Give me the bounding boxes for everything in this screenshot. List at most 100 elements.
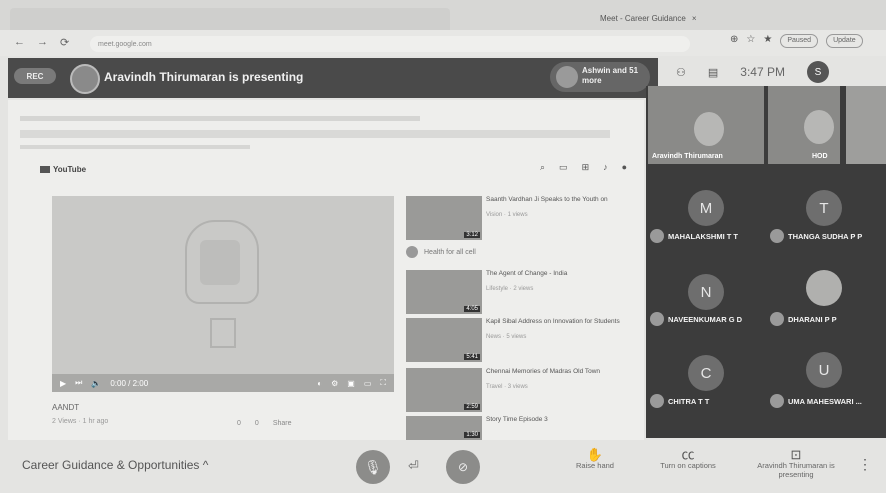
back-icon[interactable]: ← [14,36,25,49]
miniplayer-icon: ▣ [347,378,355,388]
share-label: Share [272,420,292,427]
rec-title: Kapil Sibal Address on Innovation for St… [486,318,620,325]
participant-label: NAVEENKUMAR G D [650,312,742,326]
clock: 3:47 PM [740,65,785,79]
mic-muted-icon [770,312,784,326]
presenting-label: Aravindh Thirumaran is presenting [757,461,835,479]
participant-avatar: U [806,352,842,388]
others-text: Ashwin and 51 more [582,66,639,85]
participant-label: DHARANI P P [770,312,837,326]
rec-title: Story Time Episode 3 [486,416,548,423]
channel-avatar [406,246,418,258]
url-field[interactable]: meet.google.com [90,36,690,52]
video-actions: 0 0 Share [237,420,292,427]
list-item: 2:59 Chennai Memories of Madras Old Town… [406,368,638,413]
duration: 3:12 [464,232,480,238]
participant-name: CHITRA T T [668,396,710,406]
list-item: 4:05 The Agent of Change - India Lifesty… [406,270,638,315]
participant-video-tile[interactable]: HOD [768,86,840,164]
mic-button[interactable]: 🎙 [356,450,390,484]
dislike-count: 0 [254,420,259,427]
emblem-shape [210,318,236,348]
close-icon[interactable]: × [692,14,697,23]
avatar: ● [621,162,628,172]
mic-muted-icon [650,394,664,408]
like-count: 0 [237,420,241,427]
channel-row: Health for all cell [406,246,476,258]
raise-hand-label: Raise hand [576,461,614,470]
play-icon: ▶ [60,378,67,388]
recording-badge: REC [14,68,56,84]
browser-line [20,116,420,121]
youtube-header-icons: ⌕ ▭ ⊞ ♪ ● [540,162,627,173]
autoplay-icon: ◐ [317,378,323,388]
list-item: 1:30 Story Time Episode 3 [406,416,638,442]
theater-icon: ▭ [363,378,372,388]
youtube-label: YouTube [53,165,87,174]
camera-button[interactable]: ⊘ [446,450,480,484]
browser-line [20,145,250,149]
list-item: 5:41 Kapil Sibal Address on Innovation f… [406,318,638,363]
meeting-name[interactable]: Career Guidance & Opportunities ^ [22,458,208,472]
fullscreen-icon: ⛶ [380,378,386,387]
participant-face [694,112,724,146]
volume-icon: 🔈 [91,378,102,388]
browser-tab-blank[interactable] [10,8,450,30]
participant-label: MAHALAKSHMI T T [650,229,738,243]
user-avatar[interactable]: S [806,61,829,83]
raise-hand-button[interactable]: ✋ Raise hand [570,448,620,470]
browser-tab[interactable]: Meet - Career Guidance × [600,8,750,28]
reload-icon[interactable]: ⟳ [60,36,69,49]
participant-video-tile[interactable] [846,86,886,164]
presenting-button[interactable]: ⊡ Aravindh Thirumaran is presenting [752,447,840,479]
chat-icon[interactable]: ▤ [708,66,718,79]
thumbnail: 4:05 [406,270,482,314]
rec-meta: Lifestyle · 2 views [486,286,534,292]
video-controls: ▶ ⏭ 🔈 0:00 / 2:00 ◐ ⚙ ▣ ▭ ⛶ [52,374,394,392]
participant-name: NAVEENKUMAR G D [668,314,743,324]
thumbnail: 1:30 [406,416,482,440]
hangup-icon[interactable]: ⏎ [408,458,419,474]
present-screen-icon: ⊡ [790,447,802,462]
participant-face [804,110,834,144]
extension-icon[interactable]: ★ [763,34,772,48]
presenter-avatar [70,64,100,94]
thumbnail: 2:59 [406,368,482,412]
participant-label: CHITRA T T [650,394,709,408]
browser-line [20,130,610,138]
participant-name: THANGA SUDHA P P [788,231,863,241]
others-avatar [556,66,578,88]
more-options-icon[interactable]: ⋮ [858,456,872,473]
channel-text: Health for all cell [424,248,476,256]
rec-meta: News · 5 views [486,334,527,340]
participant-name: DHARANI P P [788,314,837,324]
next-icon: ⏭ [75,378,83,387]
rec-title: Chennai Memories of Madras Old Town [486,368,601,375]
rec-meta: Vision · 1 views [486,212,528,218]
play-logo-icon [40,166,50,173]
people-icon[interactable]: ⚇ [676,66,686,79]
captions-button[interactable]: ㏄ Turn on captions [650,448,726,470]
forward-icon[interactable]: → [37,36,48,49]
tab-title: Meet - Career Guidance [600,13,686,23]
thumbnail: 5:41 [406,318,482,362]
presenting-text: Aravindh Thirumaran is presenting [104,70,304,84]
duration: 2:59 [464,404,480,410]
install-icon[interactable]: ⊕ [730,34,738,48]
thumbnail: 3:12 [406,196,482,240]
update-pill[interactable]: Update [826,34,863,48]
settings-icon: ⚙ [331,378,339,388]
participant-avatar: C [688,355,724,391]
captions-label: Turn on captions [660,461,716,470]
participant-video-tile[interactable]: Aravindh Thirumaran [648,86,764,164]
mic-muted-icon [770,394,784,408]
rec-title: The Agent of Change - India [486,270,568,277]
nav-buttons: ← → ⟳ [14,36,69,49]
participant-avatar: N [688,274,724,310]
participant-label: THANGA SUDHA P P [770,229,862,243]
duration: 5:41 [464,354,480,360]
search-icon: ⌕ [540,162,546,172]
rec-title: Saanth Vardhan Ji Speaks to the Youth on [486,196,608,203]
paused-pill[interactable]: Paused [780,34,819,48]
bookmark-icon[interactable]: ☆ [746,34,755,48]
